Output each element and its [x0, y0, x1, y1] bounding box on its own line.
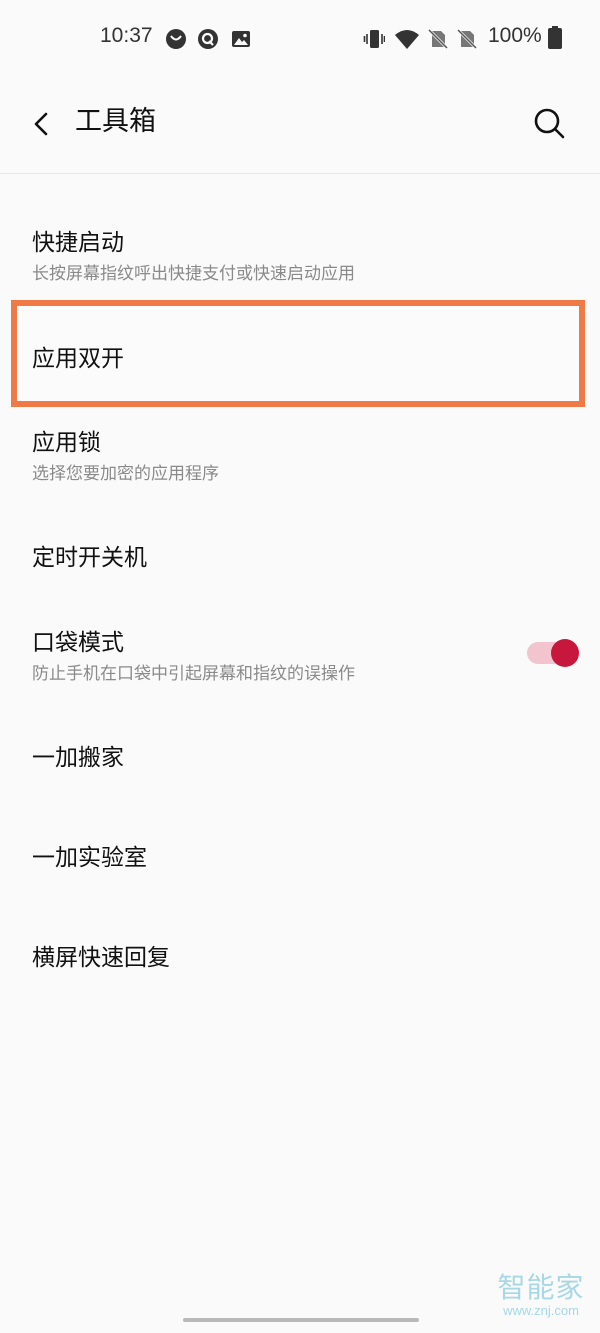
status-time: 10:37: [100, 24, 153, 47]
app-bar: 工具箱: [0, 78, 600, 174]
list-item-title: 应用锁: [32, 430, 101, 456]
list-item-subtitle: 长按屏幕指纹呼出快捷支付或快速启动应用: [32, 264, 355, 284]
list-item-subtitle: 防止手机在口袋中引起屏幕和指纹的误操作: [32, 664, 355, 684]
watermark: 智能家 www.znj.com: [488, 1272, 594, 1318]
home-indicator[interactable]: [183, 1318, 419, 1322]
battery-percentage: 100%: [488, 24, 542, 47]
watermark-url: www.znj.com: [503, 1303, 579, 1318]
list-item-title: 应用双开: [32, 346, 124, 372]
list-item-subtitle: 选择您要加密的应用程序: [32, 464, 219, 484]
list-item-landscape-quick-reply[interactable]: 横屏快速回复: [0, 905, 600, 1000]
image-icon: [232, 31, 250, 47]
status-bar: 10:37 100%: [0, 0, 600, 78]
no-sim-icon: [456, 28, 478, 50]
list-item-pocket-mode[interactable]: 口袋模式 防止手机在口袋中引起屏幕和指纹的误操作: [0, 605, 600, 700]
search-icon[interactable]: [528, 102, 570, 144]
list-item-title: 一加实验室: [32, 845, 147, 871]
battery-icon: [548, 26, 562, 49]
quora-icon: [198, 29, 218, 49]
page-title: 工具箱: [75, 106, 156, 137]
list-item-title: 一加搬家: [32, 745, 124, 771]
notification-circle-icon: [166, 29, 186, 49]
list-item-title: 口袋模式: [32, 630, 124, 656]
chevron-left-icon[interactable]: [22, 104, 62, 144]
list-item-scheduled-power[interactable]: 定时开关机: [0, 505, 600, 600]
no-sim-icon: [427, 28, 449, 50]
list-item-app-clone[interactable]: 应用双开: [0, 306, 600, 401]
list-item-oneplus-lab[interactable]: 一加实验室: [0, 805, 600, 900]
vibrate-icon: [363, 30, 385, 48]
list-item-title: 横屏快速回复: [32, 945, 170, 971]
list-item-app-lock[interactable]: 应用锁 选择您要加密的应用程序: [0, 405, 600, 500]
list-item-quick-launch[interactable]: 快捷启动 长按屏幕指纹呼出快捷支付或快速启动应用: [0, 205, 600, 300]
toggle-thumb: [551, 639, 579, 667]
pocket-mode-toggle[interactable]: [525, 637, 581, 669]
list-item-oneplus-switch[interactable]: 一加搬家: [0, 705, 600, 800]
list-item-title: 定时开关机: [32, 545, 147, 571]
wifi-icon: [395, 30, 419, 49]
list-item-title: 快捷启动: [32, 230, 124, 256]
watermark-logo-text: 智能家: [497, 1271, 585, 1304]
